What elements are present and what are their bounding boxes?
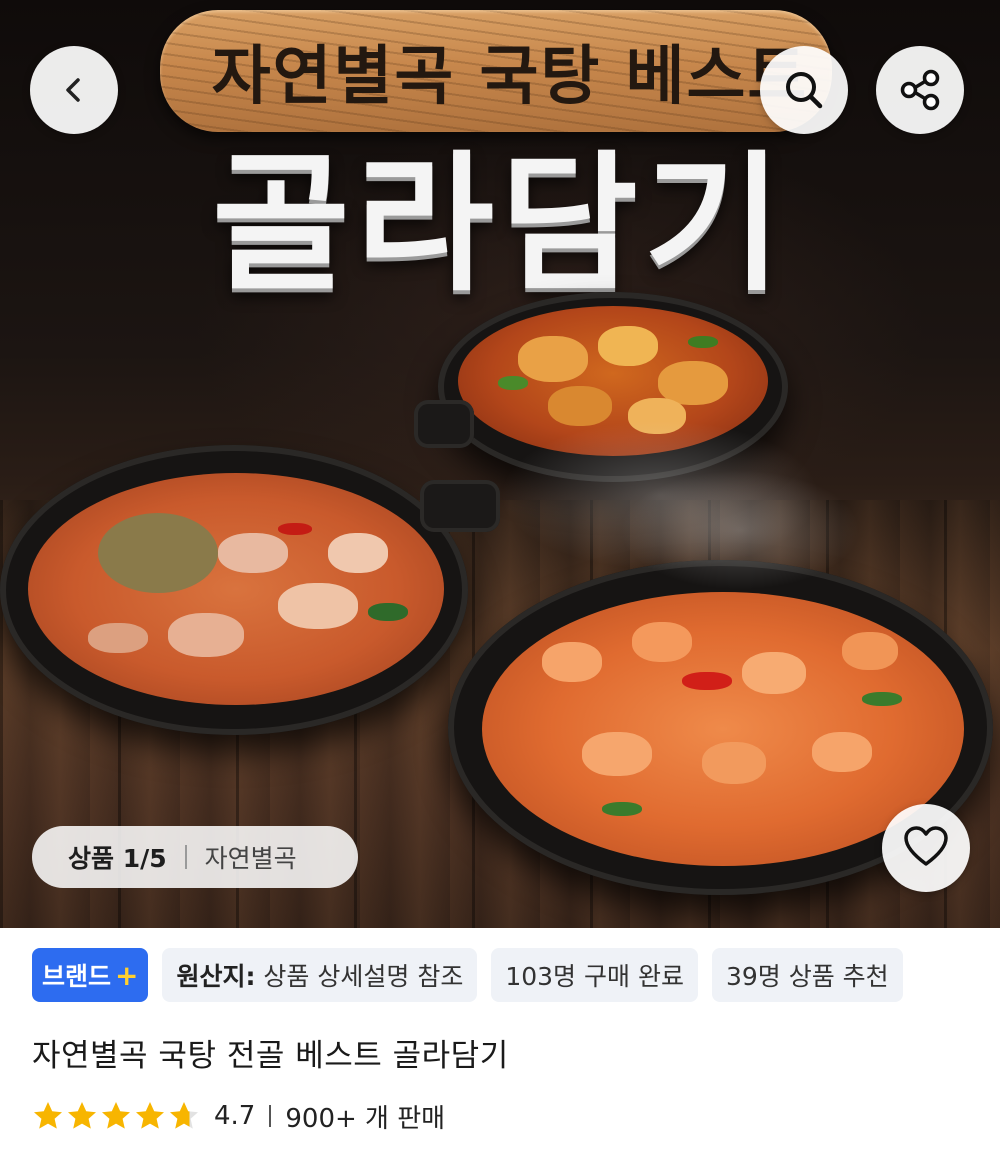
recommend-count-tag: 39명 상품 추천	[711, 948, 903, 1002]
chevron-left-icon	[66, 78, 80, 102]
rating-value: 4.7	[214, 1101, 256, 1131]
plus-icon: +	[115, 958, 139, 992]
pan-stew	[0, 445, 468, 735]
pan-handle	[420, 480, 500, 532]
heart-icon	[904, 826, 948, 866]
spicy-stew	[28, 473, 444, 705]
share-icon	[900, 69, 940, 111]
star-rating	[32, 1100, 200, 1132]
origin-label: 원산지:	[176, 962, 256, 991]
star-icon	[102, 1102, 130, 1129]
star-icon	[136, 1102, 164, 1129]
star-icon	[34, 1102, 62, 1129]
back-button[interactable]	[30, 46, 118, 134]
sold-count: 900+ 개 판매	[285, 1103, 446, 1134]
pan-handle	[414, 400, 474, 448]
share-button[interactable]	[876, 46, 964, 134]
star-icon	[170, 1102, 198, 1129]
purchase-count-tag: 103명 구매 완료	[491, 948, 698, 1002]
brand-badge-label: 브랜드	[42, 962, 112, 991]
divider	[269, 1105, 272, 1127]
origin-value: 상품 상세설명 참조	[255, 962, 464, 991]
image-counter: 상품 1/5 자연별곡	[32, 826, 358, 888]
product-image[interactable]: 자연별곡 국탕 베스트 골라담기 상품 1/5 자연별곡	[0, 0, 1000, 928]
divider	[184, 845, 187, 869]
image-index: 상품 1/5	[68, 844, 167, 873]
product-title: 자연별곡 국탕 전골 베스트 골라담기	[32, 1038, 509, 1074]
sign-text: 자연별곡 국탕 베스트	[211, 40, 809, 114]
steam	[620, 470, 860, 590]
origin-tag: 원산지: 상품 상세설명 참조	[162, 948, 478, 1002]
rating-row[interactable]: 4.7 900+ 개 판매	[32, 1096, 445, 1136]
search-icon	[786, 72, 823, 109]
brand-plus-badge[interactable]: 브랜드 +	[32, 948, 149, 1002]
wishlist-button[interactable]	[882, 804, 970, 892]
star-icon	[68, 1102, 96, 1129]
brand-name: 자연별곡	[204, 844, 297, 873]
hero-title: 골라담기	[211, 138, 788, 312]
product-tags: 브랜드 + 원산지: 상품 상세설명 참조 103명 구매 완료 39명 상품 추…	[32, 948, 903, 1002]
search-button[interactable]	[760, 46, 848, 134]
wooden-sign: 자연별곡 국탕 베스트	[160, 10, 832, 132]
